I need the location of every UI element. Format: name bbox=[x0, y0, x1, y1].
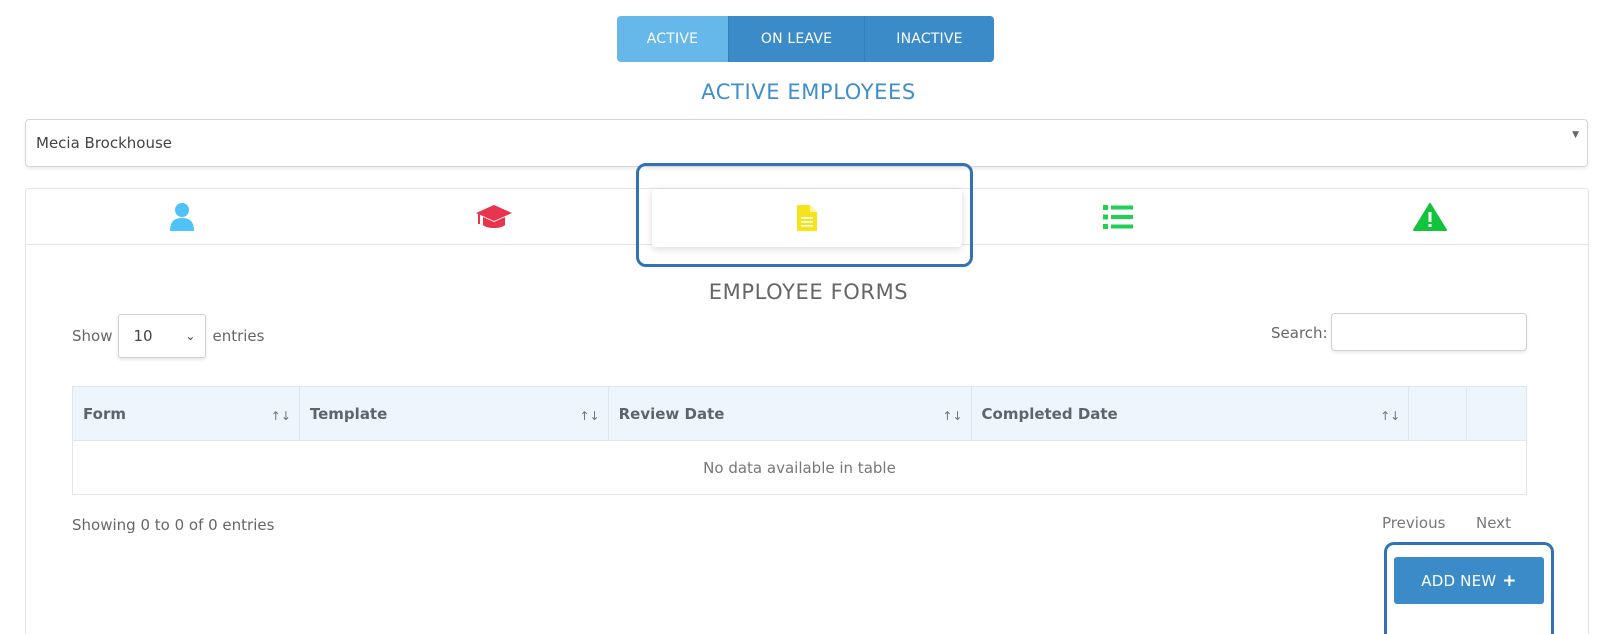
show-label: Show bbox=[72, 327, 113, 345]
tab-inactive[interactable]: INACTIVE bbox=[865, 16, 994, 62]
document-icon bbox=[797, 205, 817, 231]
column-label: Form bbox=[83, 404, 126, 423]
employee-select-value: Mecia Brockhouse bbox=[36, 134, 173, 152]
dropdown-caret-icon: ▼ bbox=[1572, 130, 1579, 140]
column-header-template[interactable]: Template ↑↓ bbox=[300, 387, 609, 440]
tab-profile[interactable] bbox=[26, 189, 338, 245]
column-label: Completed Date bbox=[981, 404, 1118, 423]
user-icon bbox=[170, 203, 194, 231]
icon-tab-bar bbox=[26, 189, 1588, 247]
forms-table: Form ↑↓ Template ↑↓ Review Date ↑↓ Compl… bbox=[72, 386, 1527, 495]
add-new-button[interactable]: ADD NEW + bbox=[1394, 557, 1544, 604]
search-input[interactable] bbox=[1331, 313, 1527, 351]
search-label: Search: bbox=[1271, 324, 1328, 342]
status-tabs: ACTIVE ON LEAVE INACTIVE bbox=[617, 16, 994, 62]
column-header-completed-date[interactable]: Completed Date ↑↓ bbox=[972, 387, 1410, 440]
list-icon bbox=[1103, 205, 1133, 229]
sort-icon: ↑↓ bbox=[270, 409, 291, 423]
next-page-button[interactable]: Next bbox=[1476, 514, 1511, 532]
page-title: ACTIVE EMPLOYEES bbox=[701, 80, 916, 104]
forms-title: EMPLOYEE FORMS bbox=[708, 280, 909, 304]
tab-list[interactable] bbox=[962, 189, 1274, 245]
tab-on-leave[interactable]: ON LEAVE bbox=[729, 16, 865, 62]
column-label: Review Date bbox=[618, 404, 725, 423]
empty-table-row: No data available in table bbox=[703, 458, 896, 477]
entries-label: entries bbox=[212, 327, 265, 345]
add-new-label: ADD NEW bbox=[1421, 571, 1497, 590]
tab-active[interactable]: ACTIVE bbox=[617, 16, 729, 62]
column-header-review-date[interactable]: Review Date ↑↓ bbox=[609, 387, 972, 440]
column-header-action-2 bbox=[1467, 387, 1526, 440]
column-header-form[interactable]: Form ↑↓ bbox=[73, 387, 300, 440]
previous-page-button[interactable]: Previous bbox=[1382, 514, 1445, 532]
tab-training[interactable] bbox=[338, 189, 650, 245]
employee-select[interactable]: Mecia Brockhouse ▼ bbox=[25, 119, 1588, 167]
table-info: Showing 0 to 0 of 0 entries bbox=[72, 516, 275, 534]
length-control: Show 10 ⌄ entries bbox=[72, 314, 264, 358]
table-header: Form ↑↓ Template ↑↓ Review Date ↑↓ Compl… bbox=[73, 387, 1526, 441]
column-label: Template bbox=[309, 404, 388, 423]
plus-icon: + bbox=[1502, 570, 1517, 591]
entries-select-value: 10 bbox=[133, 327, 153, 345]
sort-icon: ↑↓ bbox=[942, 409, 963, 423]
column-header-action-1 bbox=[1409, 387, 1467, 440]
sort-icon: ↑↓ bbox=[1380, 409, 1401, 423]
tab-warnings[interactable] bbox=[1274, 189, 1586, 245]
warning-icon bbox=[1413, 203, 1447, 231]
sort-icon: ↑↓ bbox=[579, 409, 600, 423]
chevron-down-icon: ⌄ bbox=[185, 329, 196, 343]
tab-forms[interactable] bbox=[652, 189, 962, 247]
entries-select[interactable]: 10 ⌄ bbox=[118, 314, 207, 358]
graduation-cap-icon bbox=[476, 205, 512, 228]
